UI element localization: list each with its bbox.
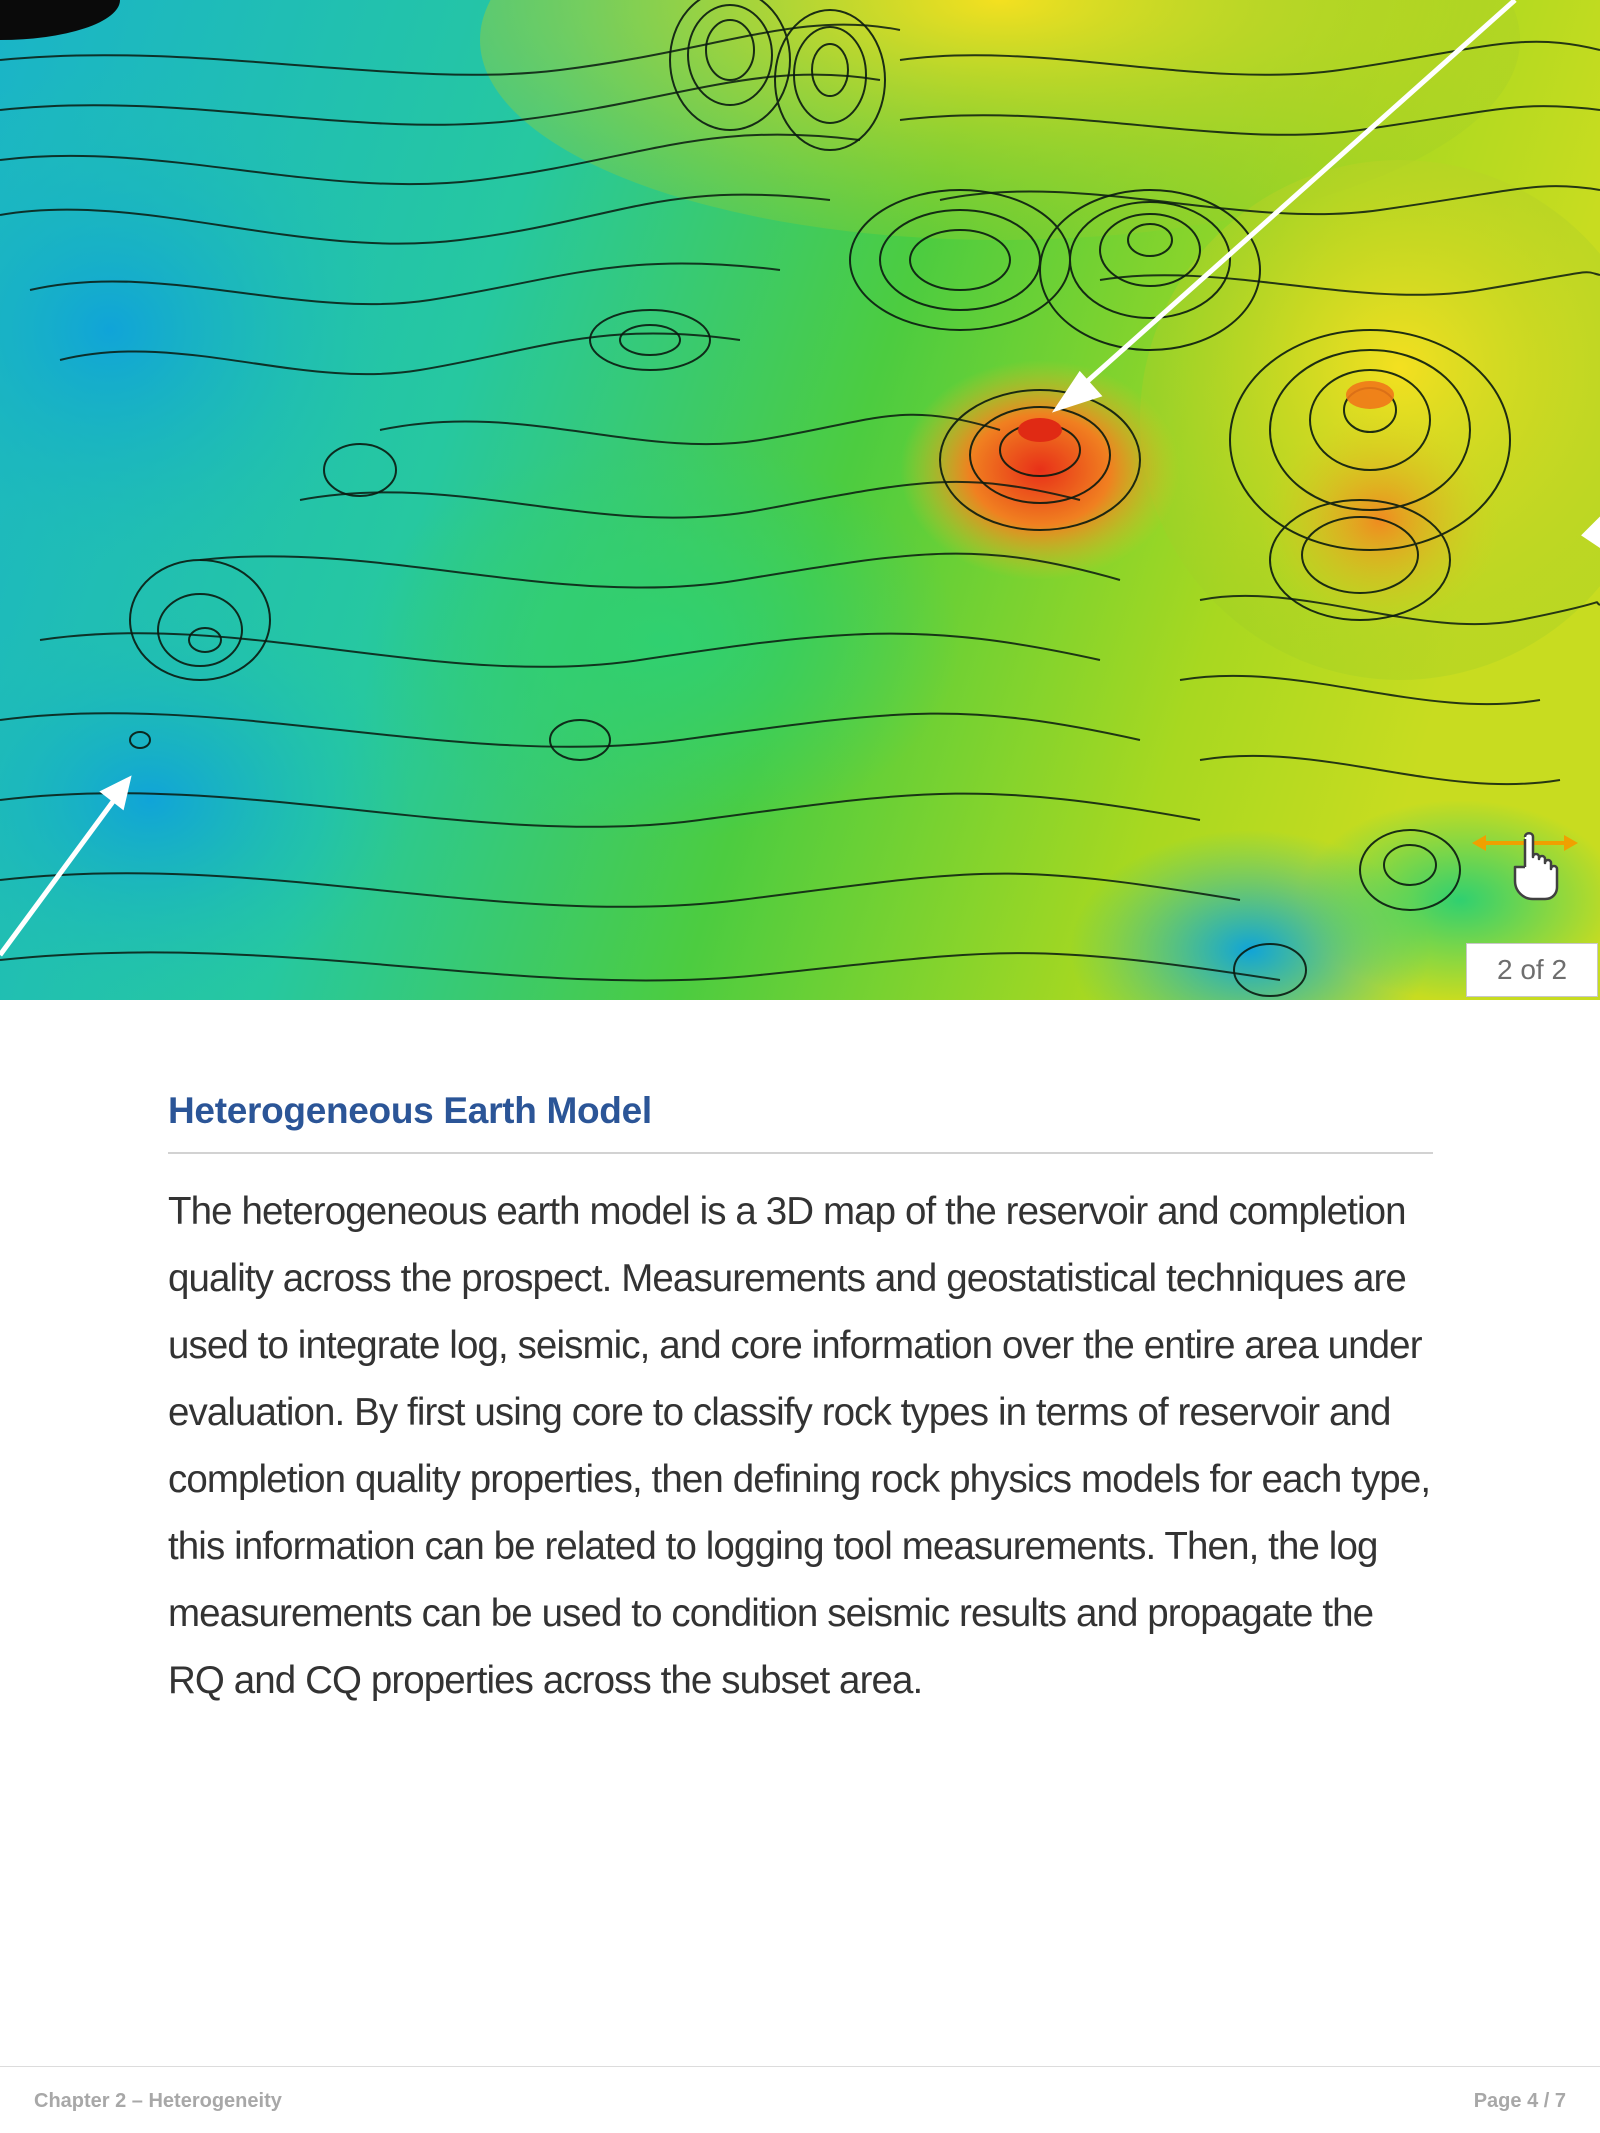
article-body: The heterogeneous earth model is a 3D ma…	[168, 1190, 1431, 1702]
hero-image[interactable]: 2 of 2	[0, 0, 1600, 1000]
footer-page-number: Page 4 / 7	[1473, 2090, 1566, 2112]
swipe-hand-icon[interactable]	[1470, 825, 1580, 905]
footer-chapter: Chapter 2 – Heterogeneity	[34, 2090, 282, 2112]
contour-surface-image	[0, 0, 1600, 1000]
slide-counter: 2 of 2	[1466, 943, 1598, 997]
footer-divider	[0, 2066, 1600, 2067]
article: Heterogeneous Earth Model The heterogene…	[168, 1090, 1433, 1714]
article-title: Heterogeneous Earth Model	[168, 1090, 1433, 1154]
